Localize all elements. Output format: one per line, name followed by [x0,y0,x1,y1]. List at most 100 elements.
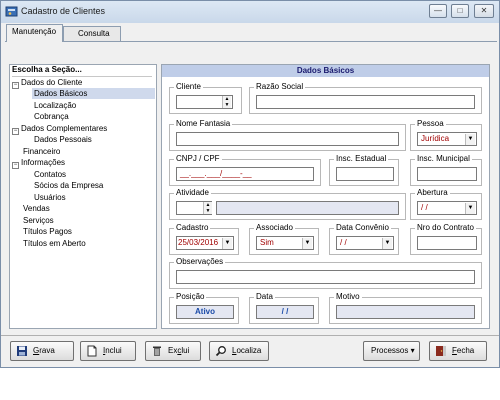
group-data-convenio: Data Convênio / / ▼ [329,223,399,255]
collapse-icon[interactable]: − [12,82,19,89]
inclui-button[interactable]: Inclui [80,341,136,361]
grava-label: rava [39,346,55,355]
tab-consulta[interactable]: Consulta [63,26,121,42]
trash-icon [151,345,163,357]
group-associado: Associado Sim ▼ [249,223,319,255]
group-posicao: Posição Ativo [169,292,239,324]
cliente-spin-icon[interactable]: ▲ ▼ [222,96,231,108]
cadastro-date-picker[interactable]: 25/03/2016 ▼ [176,236,234,250]
observacoes-input[interactable] [176,270,475,284]
floppy-icon [16,345,28,357]
group-observacoes: Observações [169,257,482,289]
dropdown-arrow-icon[interactable]: ▼ [222,238,232,249]
nro-contrato-input[interactable] [417,236,477,250]
group-motivo: Motivo [329,292,482,324]
tree-item-titulos-pagos[interactable]: Títulos Pagos [23,226,72,237]
observacoes-label: Observações [174,257,226,266]
atividade-spin-icon[interactable]: ▲ ▼ [203,202,212,214]
motivo-label: Motivo [334,292,362,301]
title-bar: Cadastro de Clientes — □ ✕ [1,1,499,23]
tree-item-vendas[interactable]: Vendas [23,203,50,214]
tree-item-informacoes[interactable]: − Informações [12,157,66,169]
maximize-button[interactable]: □ [451,4,469,18]
pessoa-value: Jurídica [421,134,450,143]
group-cliente: Cliente ▲ ▼ [169,82,242,114]
nome-fantasia-input[interactable] [176,132,399,146]
tree-item-contatos[interactable]: Contatos [34,169,66,180]
tree-label: Dados do Cliente [21,78,83,87]
dropdown-arrow-icon[interactable]: ▼ [382,238,392,249]
insc-estadual-label: Insc. Estadual [334,154,389,163]
group-nome-fantasia: Nome Fantasia [169,119,406,151]
insc-estadual-input[interactable] [336,167,394,181]
form-panel: Dados Básicos Cliente ▲ ▼ Razão Social No… [161,64,490,329]
cliente-label: Cliente [174,82,203,91]
tree-label: Informações [21,158,66,167]
dropdown-arrow-icon[interactable]: ▼ [465,203,475,214]
razao-social-input[interactable] [256,95,475,109]
group-data: Data / / [249,292,319,324]
minimize-button[interactable]: — [429,4,447,18]
pessoa-select[interactable]: Jurídica ▼ [417,132,477,146]
data-value: / / [256,305,314,319]
group-pessoa: Pessoa Jurídica ▼ [410,119,482,151]
dropdown-arrow-icon[interactable]: ▼ [302,238,312,249]
abertura-date-picker[interactable]: / / ▼ [417,201,477,215]
magnifier-icon [215,345,227,357]
atividade-description [216,201,399,215]
close-button[interactable]: ✕ [474,4,494,18]
group-cadastro: Cadastro 25/03/2016 ▼ [169,223,239,255]
data-label: Data [254,292,275,301]
tree-item-cobranca[interactable]: Cobrança [34,111,69,122]
posicao-value: Ativo [176,305,234,319]
associado-label: Associado [254,223,295,232]
localiza-button[interactable]: Localiza [209,341,269,361]
group-abertura: Abertura / / ▼ [410,188,482,220]
cadastro-value: 25/03/2016 [178,238,219,247]
grava-button[interactable]: Grava [10,341,74,361]
data-convenio-label: Data Convênio [334,223,391,232]
tree-label: Dados Complementares [21,124,108,133]
section-tree-panel: Escolha a Seção... − Dados do Cliente Dad… [9,64,157,329]
tab-manutencao[interactable]: Manutenção [6,24,63,42]
collapse-icon[interactable]: − [12,162,19,169]
tree-header: Escolha a Seção... [12,65,82,74]
group-razao-social: Razão Social [249,82,482,114]
localiza-label: ocaliza [236,346,262,355]
data-convenio-date-picker[interactable]: / / ▼ [336,236,394,250]
fecha-button[interactable]: Fecha [429,341,487,361]
section-title: Dados Básicos [162,65,489,77]
group-atividade: Atividade ▲ ▼ [169,188,406,220]
window-title: Cadastro de Clientes [21,6,106,16]
razao-social-label: Razão Social [254,82,306,91]
tree-item-usuarios[interactable]: Usuários [34,192,66,203]
processos-button[interactable]: Processos ▾ [363,341,420,361]
tree-item-dados-complementares[interactable]: − Dados Complementares [12,123,108,135]
group-insc-municipal: Insc. Municipal [410,154,482,186]
motivo-value [336,305,475,319]
tree-item-socios[interactable]: Sócios da Empresa [34,180,103,191]
exclui-button[interactable]: Exclui [145,341,201,361]
tree-item-localizacao[interactable]: Localização [34,100,76,111]
cadastro-label: Cadastro [174,223,211,232]
cnpj-input[interactable]: __.___.___/____-__ [176,167,314,181]
exclui-label: lui [181,346,190,355]
tree-item-dados-basicos[interactable]: Dados Básicos [32,88,155,99]
inclui-label: nclui [105,346,122,355]
tab-strip-line [5,41,497,42]
tree-item-dados-pessoais[interactable]: Dados Pessoais [34,134,92,145]
associado-select[interactable]: Sim ▼ [256,236,314,250]
main-window: Cadastro de Clientes — □ ✕ Manutenção Co… [0,0,500,368]
group-cnpj: CNPJ / CPF __.___.___/____-__ [169,154,321,186]
collapse-icon[interactable]: − [12,128,19,135]
dropdown-arrow-icon[interactable]: ▼ [465,134,475,145]
tree-item-dados-cliente[interactable]: − Dados do Cliente [12,77,83,89]
associado-value: Sim [260,238,274,247]
abertura-value: / / [421,203,428,212]
exclui-label-start: Ex [168,346,178,355]
tree-item-titulos-aberto[interactable]: Títulos em Aberto [23,238,86,249]
tree-item-servicos[interactable]: Serviços [23,215,54,226]
tree-item-financeiro[interactable]: Financeiro [23,146,60,157]
exit-door-icon [435,345,447,357]
insc-municipal-input[interactable] [417,167,477,181]
